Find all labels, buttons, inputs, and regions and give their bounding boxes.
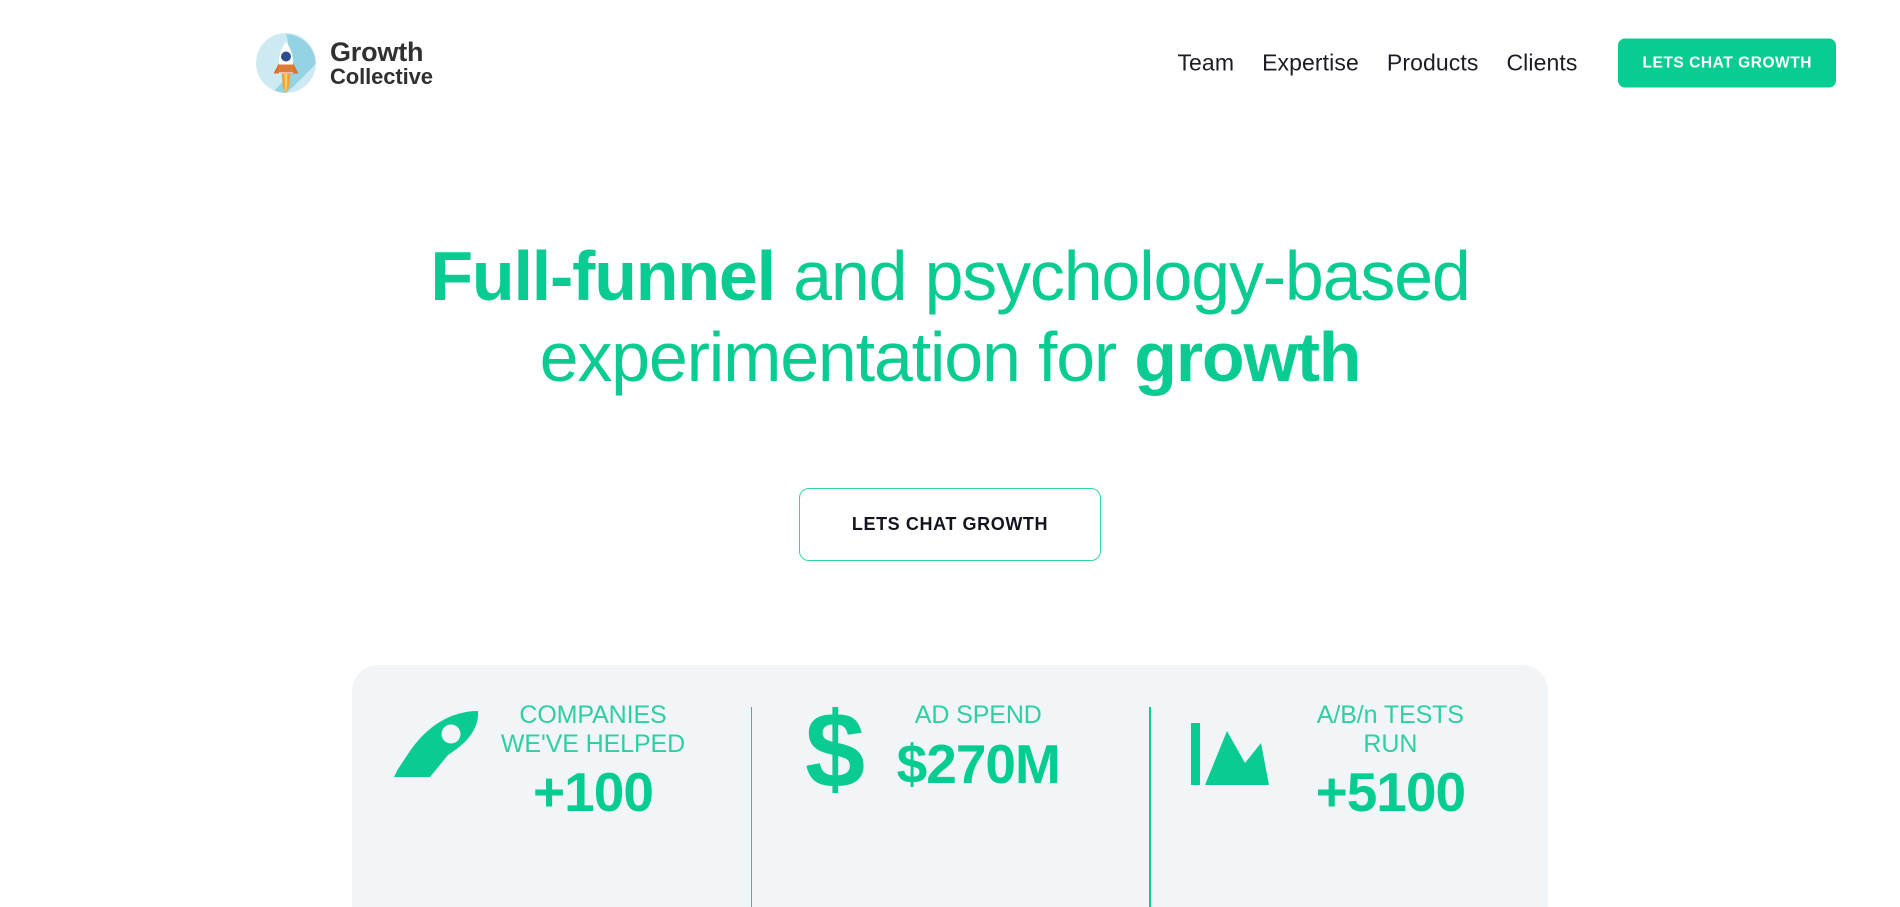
nav-item-team[interactable]: Team (1163, 50, 1248, 77)
stat-ab-tests-run: A/B/n TESTS RUN +5100 (1149, 701, 1548, 907)
hero-headline: Full-funnel and psychology-based experim… (390, 236, 1510, 398)
stats-card: COMPANIES WE'VE HELPED +100 $ AD SPEND $… (352, 665, 1548, 907)
hero-cta-container: LETS CHAT GROWTH (0, 488, 1900, 562)
stat-body: AD SPEND $270M (896, 701, 1061, 795)
hero-headline-emphasis-2: growth (1134, 318, 1361, 397)
svg-text:$: $ (805, 707, 865, 793)
stat-body: A/B/n TESTS RUN +5100 (1295, 701, 1485, 821)
bar-chart-icon (1187, 701, 1279, 787)
stat-body: COMPANIES WE'VE HELPED +100 (498, 701, 688, 821)
stat-companies-helped: COMPANIES WE'VE HELPED +100 (352, 701, 751, 821)
stat-label: A/B/n TESTS RUN (1316, 701, 1464, 758)
header-lets-chat-growth-button[interactable]: LETS CHAT GROWTH (1618, 38, 1836, 88)
stat-value: $270M (896, 732, 1061, 795)
hero-headline-emphasis-1: Full-funnel (430, 237, 776, 315)
stat-value: +5100 (1315, 760, 1466, 823)
brand-name: Growth Collective (330, 36, 433, 89)
nav-item-clients[interactable]: Clients (1492, 50, 1591, 77)
brand-name-bottom: Collective (330, 63, 433, 89)
brand-name-top: Growth (330, 36, 424, 67)
dollar-sign-icon: $ (789, 701, 881, 793)
stat-ad-spend: $ AD SPEND $270M (750, 701, 1150, 907)
hero-lets-chat-growth-button[interactable]: LETS CHAT GROWTH (798, 488, 1102, 562)
stat-label: AD SPEND (914, 701, 1042, 730)
hero-section: Full-funnel and psychology-based experim… (0, 126, 1900, 907)
site-header: Growth Collective Team Expertise Product… (0, 0, 1900, 126)
stat-value: +100 (533, 760, 654, 823)
main-navigation: Team Expertise Products Clients LETS CHA… (1163, 38, 1836, 88)
rocket-in-circle-logo (255, 32, 317, 94)
stat-label: COMPANIES WE'VE HELPED (500, 701, 686, 758)
rocket-icon (390, 701, 482, 787)
brand-logo-link[interactable]: Growth Collective (255, 32, 433, 94)
nav-item-products[interactable]: Products (1373, 50, 1493, 77)
nav-item-expertise[interactable]: Expertise (1248, 50, 1373, 77)
